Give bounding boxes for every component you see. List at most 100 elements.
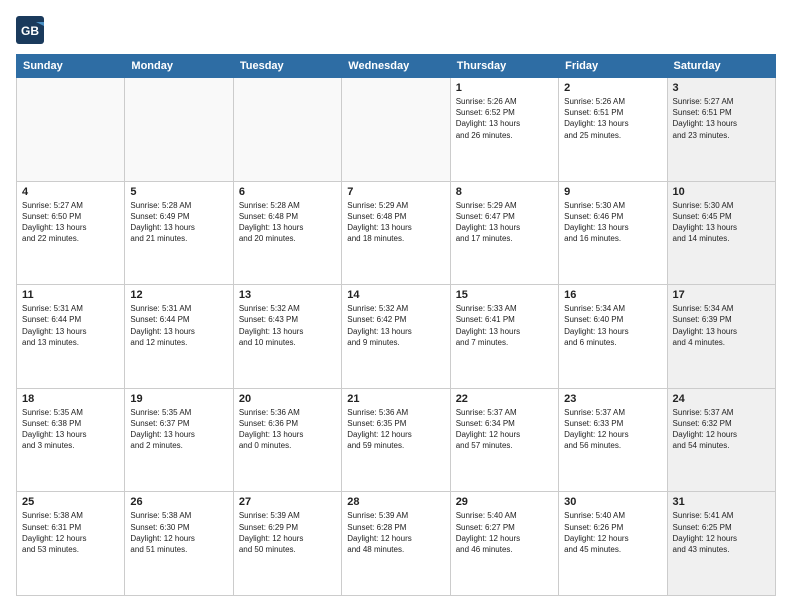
week-row-1: 1 Sunrise: 5:26 AM Sunset: 6:52 PM Daylig… [17, 78, 776, 182]
day-info: Sunrise: 5:39 AM Sunset: 6:29 PM Dayligh… [239, 510, 336, 555]
day-number: 15 [456, 289, 553, 301]
day-number: 5 [130, 186, 227, 198]
day-number: 12 [130, 289, 227, 301]
day-number: 1 [456, 82, 553, 94]
day-info: Sunrise: 5:26 AM Sunset: 6:52 PM Dayligh… [456, 96, 553, 141]
calendar-cell: 9Sunrise: 5:30 AM Sunset: 6:46 PM Daylig… [559, 181, 667, 285]
calendar-table: SundayMondayTuesdayWednesdayThursdayFrid… [16, 54, 776, 596]
calendar-cell: 18 Sunrise: 5:35 AM Sunset: 6:38 PM Dayli… [17, 388, 125, 492]
calendar-cell: 17Sunrise: 5:34 AM Sunset: 6:39 PM Dayli… [667, 285, 775, 389]
day-header-thursday: Thursday [450, 55, 558, 78]
day-info: Sunrise: 5:37 AM Sunset: 6:34 PM Dayligh… [456, 407, 553, 452]
day-number: 14 [347, 289, 444, 301]
day-number: 16 [564, 289, 661, 301]
day-number: 6 [239, 186, 336, 198]
day-number: 22 [456, 393, 553, 405]
day-number: 19 [130, 393, 227, 405]
day-info: Sunrise: 5:39 AM Sunset: 6:28 PM Dayligh… [347, 510, 444, 555]
day-info: Sunrise: 5:34 AM Sunset: 6:39 PM Dayligh… [673, 303, 770, 348]
day-info: Sunrise: 5:37 AM Sunset: 6:32 PM Dayligh… [673, 407, 770, 452]
calendar-cell: 11Sunrise: 5:31 AM Sunset: 6:44 PM Dayli… [17, 285, 125, 389]
day-info: Sunrise: 5:29 AM Sunset: 6:47 PM Dayligh… [456, 200, 553, 245]
calendar-cell [233, 78, 341, 182]
day-info: Sunrise: 5:38 AM Sunset: 6:31 PM Dayligh… [22, 510, 119, 555]
day-header-wednesday: Wednesday [342, 55, 450, 78]
day-info: Sunrise: 5:32 AM Sunset: 6:42 PM Dayligh… [347, 303, 444, 348]
day-number: 7 [347, 186, 444, 198]
calendar-cell: 22 Sunrise: 5:37 AM Sunset: 6:34 PM Dayli… [450, 388, 558, 492]
calendar-cell: 8 Sunrise: 5:29 AM Sunset: 6:47 PM Daylig… [450, 181, 558, 285]
day-info: Sunrise: 5:35 AM Sunset: 6:38 PM Dayligh… [22, 407, 119, 452]
day-info: Sunrise: 5:38 AM Sunset: 6:30 PM Dayligh… [130, 510, 227, 555]
day-number: 2 [564, 82, 661, 94]
calendar-cell: 29 Sunrise: 5:40 AM Sunset: 6:27 PM Dayli… [450, 492, 558, 596]
calendar-cell: 13 Sunrise: 5:32 AM Sunset: 6:43 PM Dayli… [233, 285, 341, 389]
day-info: Sunrise: 5:27 AM Sunset: 6:50 PM Dayligh… [22, 200, 119, 245]
calendar-cell: 25 Sunrise: 5:38 AM Sunset: 6:31 PM Dayli… [17, 492, 125, 596]
day-number: 18 [22, 393, 119, 405]
day-info: Sunrise: 5:29 AM Sunset: 6:48 PM Dayligh… [347, 200, 444, 245]
day-number: 31 [673, 496, 770, 508]
day-number: 20 [239, 393, 336, 405]
calendar-cell: 23 Sunrise: 5:37 AM Sunset: 6:33 PM Dayli… [559, 388, 667, 492]
calendar-cell [125, 78, 233, 182]
day-info: Sunrise: 5:36 AM Sunset: 6:36 PM Dayligh… [239, 407, 336, 452]
day-header-saturday: Saturday [667, 55, 775, 78]
calendar-cell: 21 Sunrise: 5:36 AM Sunset: 6:35 PM Dayli… [342, 388, 450, 492]
day-info: Sunrise: 5:35 AM Sunset: 6:37 PM Dayligh… [130, 407, 227, 452]
calendar-cell [17, 78, 125, 182]
day-number: 29 [456, 496, 553, 508]
calendar-cell: 31Sunrise: 5:41 AM Sunset: 6:25 PM Dayli… [667, 492, 775, 596]
calendar-cell: 3 Sunrise: 5:27 AM Sunset: 6:51 PM Daylig… [667, 78, 775, 182]
day-number: 4 [22, 186, 119, 198]
calendar-cell: 1 Sunrise: 5:26 AM Sunset: 6:52 PM Daylig… [450, 78, 558, 182]
day-info: Sunrise: 5:28 AM Sunset: 6:49 PM Dayligh… [130, 200, 227, 245]
day-info: Sunrise: 5:28 AM Sunset: 6:48 PM Dayligh… [239, 200, 336, 245]
calendar-cell: 27 Sunrise: 5:39 AM Sunset: 6:29 PM Dayli… [233, 492, 341, 596]
day-info: Sunrise: 5:40 AM Sunset: 6:27 PM Dayligh… [456, 510, 553, 555]
calendar-cell: 6 Sunrise: 5:28 AM Sunset: 6:48 PM Daylig… [233, 181, 341, 285]
calendar-cell: 5 Sunrise: 5:28 AM Sunset: 6:49 PM Daylig… [125, 181, 233, 285]
calendar-cell: 14 Sunrise: 5:32 AM Sunset: 6:42 PM Dayli… [342, 285, 450, 389]
calendar-cell: 26Sunrise: 5:38 AM Sunset: 6:30 PM Dayli… [125, 492, 233, 596]
day-header-monday: Monday [125, 55, 233, 78]
calendar-cell: 19 Sunrise: 5:35 AM Sunset: 6:37 PM Dayli… [125, 388, 233, 492]
logo-icon: GB [16, 16, 44, 44]
day-info: Sunrise: 5:31 AM Sunset: 6:44 PM Dayligh… [130, 303, 227, 348]
week-row-2: 4 Sunrise: 5:27 AM Sunset: 6:50 PM Daylig… [17, 181, 776, 285]
header-row: SundayMondayTuesdayWednesdayThursdayFrid… [17, 55, 776, 78]
day-info: Sunrise: 5:34 AM Sunset: 6:40 PM Dayligh… [564, 303, 661, 348]
week-row-5: 25 Sunrise: 5:38 AM Sunset: 6:31 PM Dayli… [17, 492, 776, 596]
day-header-sunday: Sunday [17, 55, 125, 78]
day-info: Sunrise: 5:32 AM Sunset: 6:43 PM Dayligh… [239, 303, 336, 348]
day-number: 23 [564, 393, 661, 405]
day-info: Sunrise: 5:36 AM Sunset: 6:35 PM Dayligh… [347, 407, 444, 452]
calendar-cell: 20 Sunrise: 5:36 AM Sunset: 6:36 PM Dayli… [233, 388, 341, 492]
day-number: 3 [673, 82, 770, 94]
calendar-cell: 28 Sunrise: 5:39 AM Sunset: 6:28 PM Dayli… [342, 492, 450, 596]
day-number: 25 [22, 496, 119, 508]
calendar-cell: 24 Sunrise: 5:37 AM Sunset: 6:32 PM Dayli… [667, 388, 775, 492]
day-number: 28 [347, 496, 444, 508]
day-info: Sunrise: 5:33 AM Sunset: 6:41 PM Dayligh… [456, 303, 553, 348]
day-info: Sunrise: 5:27 AM Sunset: 6:51 PM Dayligh… [673, 96, 770, 141]
day-header-tuesday: Tuesday [233, 55, 341, 78]
week-row-3: 11Sunrise: 5:31 AM Sunset: 6:44 PM Dayli… [17, 285, 776, 389]
day-number: 8 [456, 186, 553, 198]
day-number: 24 [673, 393, 770, 405]
day-info: Sunrise: 5:37 AM Sunset: 6:33 PM Dayligh… [564, 407, 661, 452]
day-number: 21 [347, 393, 444, 405]
logo: GB [16, 16, 48, 44]
calendar-cell: 10Sunrise: 5:30 AM Sunset: 6:45 PM Dayli… [667, 181, 775, 285]
calendar-cell: 12 Sunrise: 5:31 AM Sunset: 6:44 PM Dayli… [125, 285, 233, 389]
day-number: 13 [239, 289, 336, 301]
day-number: 30 [564, 496, 661, 508]
calendar-cell [342, 78, 450, 182]
svg-text:GB: GB [21, 24, 39, 38]
day-number: 10 [673, 186, 770, 198]
day-header-friday: Friday [559, 55, 667, 78]
day-number: 27 [239, 496, 336, 508]
calendar-cell: 30Sunrise: 5:40 AM Sunset: 6:26 PM Dayli… [559, 492, 667, 596]
page: GB SundayMondayTuesdayWednesdayThursdayF… [0, 0, 792, 612]
week-row-4: 18 Sunrise: 5:35 AM Sunset: 6:38 PM Dayli… [17, 388, 776, 492]
